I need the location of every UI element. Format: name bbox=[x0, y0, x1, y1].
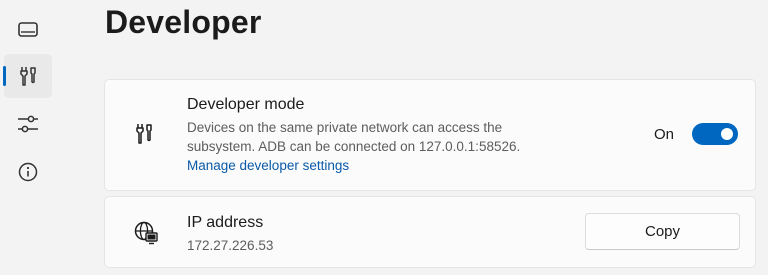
developer-mode-description: Devices on the same private network can … bbox=[187, 120, 521, 154]
nav-item-display[interactable] bbox=[4, 8, 52, 52]
nav-selection-indicator bbox=[3, 66, 6, 86]
nav-item-about[interactable] bbox=[4, 150, 52, 194]
tools-icon bbox=[136, 124, 152, 144]
toggle-knob bbox=[721, 128, 733, 140]
page-title: Developer bbox=[105, 4, 262, 40]
copy-button[interactable]: Copy bbox=[585, 213, 740, 250]
ip-address-title: IP address bbox=[187, 214, 264, 231]
nav-rail bbox=[0, 0, 56, 275]
developer-mode-icon-wrap bbox=[133, 122, 155, 151]
manage-developer-settings-link[interactable]: Manage developer settings bbox=[187, 158, 349, 173]
developer-mode-title: Developer mode bbox=[187, 96, 305, 113]
ip-address-value: 172.27.226.53 bbox=[187, 238, 274, 253]
nav-item-developer[interactable] bbox=[3, 54, 52, 98]
developer-mode-card: Developer mode Devices on the same priva… bbox=[104, 79, 756, 191]
ip-address-card: IP address 172.27.226.53 Copy bbox=[104, 196, 756, 268]
developer-mode-toggle[interactable] bbox=[692, 123, 738, 145]
globe-monitor-icon bbox=[134, 221, 158, 245]
toggle-state-label: On bbox=[654, 126, 675, 143]
info-icon bbox=[18, 162, 38, 182]
tools-icon bbox=[20, 67, 36, 86]
nav-item-settings[interactable] bbox=[4, 102, 52, 146]
ip-icon-wrap bbox=[133, 220, 159, 251]
display-icon bbox=[18, 22, 38, 37]
sliders-icon bbox=[18, 115, 38, 133]
